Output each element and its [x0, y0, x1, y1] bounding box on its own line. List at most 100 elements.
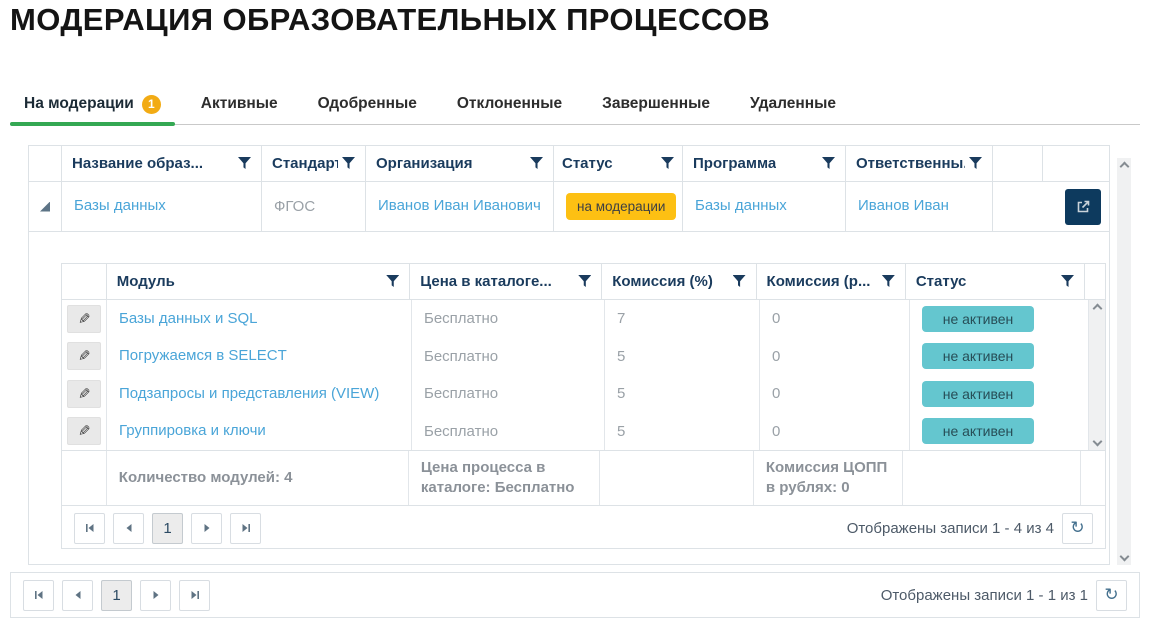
first-page-button[interactable] — [23, 580, 54, 611]
footer-modules-count: Количество модулей: 4 — [107, 451, 409, 505]
hierarchy-cell — [29, 182, 62, 231]
processes-pager: 1 Отображены записи 1 - 1 из 1 ↻ — [10, 572, 1140, 618]
filter-icon[interactable] — [238, 157, 251, 170]
tab-completed[interactable]: Завершенные — [588, 84, 724, 124]
column-label: Статус — [562, 155, 613, 172]
prev-page-icon — [73, 590, 83, 600]
scroll-up-icon[interactable] — [1092, 304, 1102, 314]
filter-icon[interactable] — [882, 275, 895, 288]
price-value: Бесплатно — [424, 423, 498, 440]
tab-approved[interactable]: Одобренные — [304, 84, 431, 124]
module-name-link[interactable]: Группировка и ключи — [119, 421, 266, 441]
scroll-down-icon[interactable] — [1092, 437, 1102, 447]
open-process-button[interactable] — [1065, 189, 1101, 225]
edit-cell: ✎ — [62, 375, 107, 413]
standard-value: ФГОС — [274, 198, 315, 215]
tab-deleted[interactable]: Удаленные — [736, 84, 850, 124]
module-status-cell: не активен — [910, 338, 1090, 376]
page-scrollbar[interactable] — [1117, 158, 1131, 565]
next-page-icon — [151, 590, 161, 600]
column-header-actions — [1043, 146, 1109, 181]
first-page-button[interactable] — [74, 513, 105, 544]
module-name-link[interactable]: Базы данных и SQL — [119, 309, 258, 329]
column-label: Комиссия (%) — [612, 273, 713, 290]
pencil-icon: ✎ — [78, 385, 91, 403]
modules-grid: Модуль Цена в каталоге... Комиссия (%) К… — [61, 263, 1106, 549]
first-page-icon — [34, 590, 44, 600]
collapse-row-icon[interactable] — [40, 202, 50, 212]
first-page-icon — [85, 523, 95, 533]
commission-rub-cell: 0 — [760, 375, 910, 413]
module-name-link[interactable]: Погружаемся в SELECT — [119, 346, 287, 366]
next-page-button[interactable] — [140, 580, 171, 611]
footer-edit-cell — [62, 451, 107, 505]
filter-icon[interactable] — [661, 157, 674, 170]
column-label: Название образ... — [72, 155, 203, 172]
module-status-badge: не активен — [922, 381, 1034, 407]
scroll-up-icon[interactable] — [1119, 162, 1129, 172]
commission-pct-value: 5 — [617, 348, 625, 365]
refresh-button[interactable]: ↻ — [1096, 580, 1127, 611]
refresh-button[interactable]: ↻ — [1062, 513, 1093, 544]
column-header-commission-rub: Комиссия (р... — [757, 264, 906, 299]
edit-cell: ✎ — [62, 300, 107, 338]
responsible-link[interactable]: Иванов Иван — [858, 196, 949, 216]
modules-scrollbar[interactable] — [1088, 300, 1105, 450]
commission-pct-cell: 5 — [605, 338, 760, 376]
organization-link[interactable]: Иванов Иван Иванович — [378, 196, 541, 216]
column-label: Комиссия (р... — [767, 273, 871, 290]
last-page-button[interactable] — [230, 513, 261, 544]
filter-icon[interactable] — [822, 157, 835, 170]
commission-pct-value: 7 — [617, 310, 625, 327]
tab-count-badge: 1 — [142, 95, 161, 114]
page-number-button[interactable]: 1 — [101, 580, 132, 611]
tab-active-processes[interactable]: Активные — [187, 84, 292, 124]
filter-icon[interactable] — [1061, 275, 1074, 288]
program-cell: Базы данных — [683, 182, 846, 231]
price-cell: Бесплатно — [412, 375, 605, 413]
filter-icon[interactable] — [342, 157, 355, 170]
commission-rub-cell: 0 — [760, 413, 910, 451]
tab-on-moderation[interactable]: На модерации 1 — [10, 84, 175, 124]
prev-page-button[interactable] — [113, 513, 144, 544]
last-page-button[interactable] — [179, 580, 210, 611]
process-name-link[interactable]: Базы данных — [74, 196, 166, 216]
actions-cell — [993, 182, 1109, 231]
edit-module-button[interactable]: ✎ — [67, 305, 101, 333]
modules-grid-header: Модуль Цена в каталоге... Комиссия (%) К… — [62, 264, 1105, 300]
module-status-cell: не активен — [910, 375, 1090, 413]
column-label: Модуль — [117, 273, 175, 290]
processes-grid-header: Название образ... Стандарт Организация С… — [29, 146, 1109, 182]
filter-icon[interactable] — [733, 275, 746, 288]
next-page-icon — [202, 523, 212, 533]
column-label: Программа — [693, 155, 776, 172]
scroll-down-icon[interactable] — [1119, 552, 1129, 562]
column-header-organization: Организация — [366, 146, 554, 181]
filter-icon[interactable] — [530, 157, 543, 170]
standard-cell: ФГОС — [262, 182, 366, 231]
filter-icon[interactable] — [969, 157, 982, 170]
pencil-icon: ✎ — [78, 310, 91, 328]
organization-cell: Иванов Иван Иванович — [366, 182, 554, 231]
program-link[interactable]: Базы данных — [695, 196, 787, 216]
tab-rejected[interactable]: Отклоненные — [443, 84, 576, 124]
edit-module-button[interactable]: ✎ — [67, 380, 101, 408]
commission-pct-cell: 5 — [605, 375, 760, 413]
commission-rub-cell: 0 — [760, 338, 910, 376]
module-name-link[interactable]: Подзапросы и представления (VIEW) — [119, 384, 379, 404]
pager-info: Отображены записи 1 - 4 из 4 — [847, 520, 1054, 537]
prev-page-button[interactable] — [62, 580, 93, 611]
filter-icon[interactable] — [386, 275, 399, 288]
filter-icon[interactable] — [578, 275, 591, 288]
module-status-cell: не активен — [910, 300, 1090, 338]
modules-pager: 1 Отображены записи 1 - 4 из 4 ↻ — [62, 505, 1105, 550]
status-cell: на модерации — [554, 182, 683, 231]
edit-module-button[interactable]: ✎ — [67, 342, 101, 370]
next-page-button[interactable] — [191, 513, 222, 544]
modules-grid-content: ✎ Базы данных и SQL Бесплатно 7 — [62, 300, 1105, 450]
module-status-badge: не активен — [922, 418, 1034, 444]
edit-cell: ✎ — [62, 413, 107, 451]
column-header-module: Модуль — [107, 264, 410, 299]
page-number-button[interactable]: 1 — [152, 513, 183, 544]
edit-module-button[interactable]: ✎ — [67, 417, 101, 445]
